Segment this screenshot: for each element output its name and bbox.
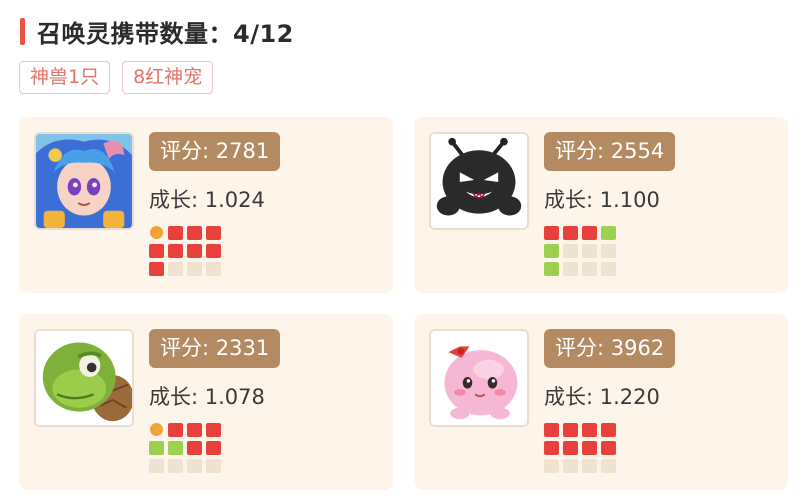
pet-card[interactable]: 评分: 2554 成长: 1.100 <box>414 117 788 293</box>
pet-avatar[interactable] <box>429 329 529 427</box>
red-slot <box>206 226 221 240</box>
growth-value: 成长: 1.220 <box>544 385 660 409</box>
red-slot <box>544 441 559 455</box>
empty-slot <box>601 244 616 258</box>
red-slot <box>544 423 559 437</box>
red-slot <box>187 441 202 455</box>
empty-slot <box>206 262 221 276</box>
red-slot <box>563 226 578 240</box>
orange-slot <box>150 423 163 436</box>
empty-slot <box>149 459 164 473</box>
red-slot <box>187 226 202 240</box>
green-slot <box>168 441 183 455</box>
pet-avatar[interactable] <box>34 329 134 427</box>
empty-slot <box>187 262 202 276</box>
attribute-grid <box>149 423 221 473</box>
growth-value: 成长: 1.024 <box>149 188 265 212</box>
empty-slot <box>563 244 578 258</box>
score-badge: 评分: 2781 <box>149 132 280 171</box>
pink-bubble-avatar-icon <box>431 331 527 425</box>
red-slot <box>206 441 221 455</box>
empty-slot <box>601 262 616 276</box>
tag-red-pets[interactable]: 8红神宠 <box>122 61 214 94</box>
pet-card[interactable]: 评分: 2781 成长: 1.024 <box>19 117 393 293</box>
black-ant-avatar-icon <box>431 134 527 228</box>
red-slot <box>168 423 183 437</box>
pet-card[interactable]: 评分: 3962 成长: 1.220 <box>414 314 788 490</box>
score-badge: 评分: 2331 <box>149 329 280 368</box>
pet-avatar[interactable] <box>429 132 529 230</box>
empty-slot <box>601 459 616 473</box>
red-slot <box>206 244 221 258</box>
green-slot <box>601 226 616 240</box>
empty-slot <box>168 459 183 473</box>
pet-card[interactable]: 评分: 2331 成长: 1.078 <box>19 314 393 490</box>
score-badge: 评分: 2554 <box>544 132 675 171</box>
section-header: 召唤灵携带数量：4/12 <box>20 14 294 48</box>
red-slot <box>168 244 183 258</box>
red-slot <box>168 226 183 240</box>
score-badge: 评分: 3962 <box>544 329 675 368</box>
red-slot <box>206 423 221 437</box>
red-slot <box>544 226 559 240</box>
red-slot <box>149 244 164 258</box>
red-slot <box>601 441 616 455</box>
attribute-grid <box>544 423 616 473</box>
empty-slot <box>582 459 597 473</box>
empty-slot <box>582 262 597 276</box>
orange-slot <box>150 226 163 239</box>
turtle-avatar-icon <box>36 331 132 425</box>
red-slot <box>582 441 597 455</box>
red-slot <box>149 262 164 276</box>
tag-list: 神兽1只 8红神宠 <box>19 61 214 94</box>
green-slot <box>544 244 559 258</box>
empty-slot <box>582 244 597 258</box>
green-slot <box>544 262 559 276</box>
header-title: 召唤灵携带数量：4/12 <box>37 19 294 48</box>
empty-slot <box>563 459 578 473</box>
red-slot <box>563 423 578 437</box>
empty-slot <box>168 262 183 276</box>
header-accent-bar <box>20 17 25 45</box>
tag-divine-beast[interactable]: 神兽1只 <box>19 61 111 94</box>
red-slot <box>187 423 202 437</box>
green-slot <box>149 441 164 455</box>
mermaid-avatar-icon <box>36 134 132 228</box>
growth-value: 成长: 1.078 <box>149 385 265 409</box>
red-slot <box>582 226 597 240</box>
empty-slot <box>187 459 202 473</box>
pet-avatar[interactable] <box>34 132 134 230</box>
red-slot <box>601 423 616 437</box>
attribute-grid <box>149 226 221 276</box>
red-slot <box>582 423 597 437</box>
red-slot <box>187 244 202 258</box>
attribute-grid <box>544 226 616 276</box>
growth-value: 成长: 1.100 <box>544 188 660 212</box>
empty-slot <box>563 262 578 276</box>
empty-slot <box>206 459 221 473</box>
red-slot <box>563 441 578 455</box>
empty-slot <box>544 459 559 473</box>
